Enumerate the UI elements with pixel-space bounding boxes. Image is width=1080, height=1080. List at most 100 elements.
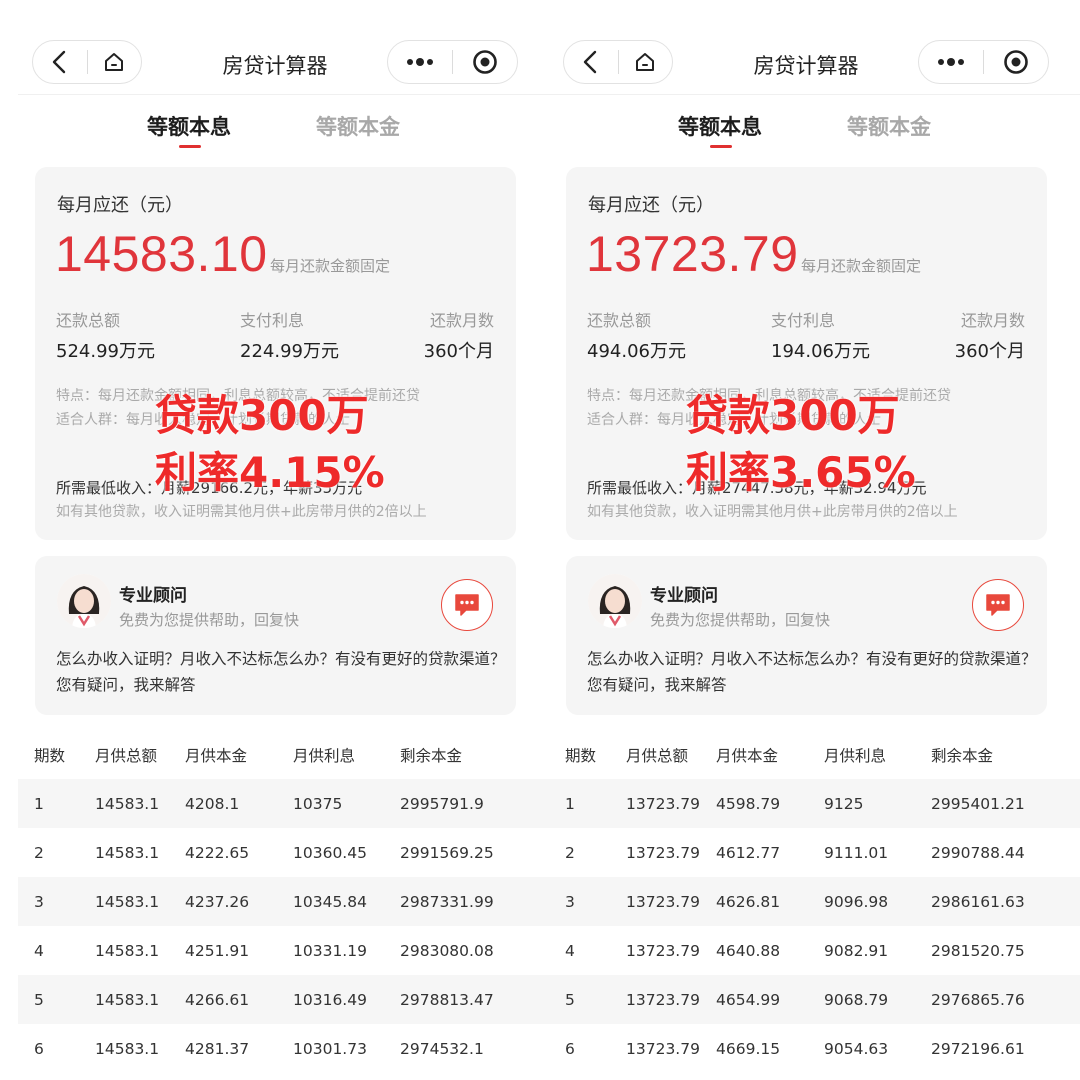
monthly-payment-note: 每月还款金额固定 (270, 257, 391, 275)
table-row: 2 14583.1 4222.65 10360.45 2991569.25 (18, 828, 549, 877)
cell-remaining: 2995401.21 (931, 794, 1025, 813)
cell-interest: 9125 (824, 794, 864, 813)
more-button[interactable] (388, 41, 452, 83)
nav-divider (18, 94, 549, 95)
cell-remaining: 2991569.25 (400, 843, 494, 862)
chat-icon (455, 594, 479, 616)
table-body: 1 14583.1 4208.1 10375 2995791.9 2 14583.1 4222… (18, 779, 549, 1073)
back-button[interactable] (564, 41, 618, 83)
home-button[interactable] (619, 41, 673, 83)
home-icon (105, 53, 124, 71)
cell-remaining: 2972196.61 (931, 1039, 1025, 1058)
cell-principal: 4598.79 (716, 794, 781, 813)
overlay-interest-rate: 利率3.65% (686, 448, 916, 497)
min-income-note: 如有其他贷款，收入证明需其他月供+此房带月供的2倍以上 (587, 504, 958, 520)
interest-value: 224.99万元 (240, 341, 339, 362)
header-interest: 月供利息 (293, 746, 356, 765)
advisor-portrait-icon (57, 574, 111, 628)
advisor-name: 专业顾问 (650, 586, 718, 606)
table-row: 6 13723.79 4669.15 9054.63 2972196.61 (549, 1024, 1080, 1073)
cell-total: 13723.79 (626, 794, 700, 813)
cell-principal: 4208.1 (185, 794, 240, 813)
advisor-card[interactable]: 专业顾问 免费为您提供帮助，回复快 怎么办收入证明？月收入不达标怎么办？有没有更… (35, 556, 516, 715)
cell-total: 13723.79 (626, 1039, 700, 1058)
cell-remaining: 2981520.75 (931, 941, 1025, 960)
months-value: 360个月 (954, 341, 1025, 362)
avatar (588, 574, 642, 628)
avatar (57, 574, 111, 628)
monthly-payment-value: 13723.79 (586, 226, 799, 282)
cell-total: 13723.79 (626, 941, 700, 960)
cell-total: 14583.1 (95, 843, 160, 862)
cell-period: 3 (565, 892, 575, 911)
months-label: 还款月数 (429, 311, 494, 330)
advisor-subtitle: 免费为您提供帮助，回复快 (650, 611, 831, 629)
page-title: 房贷计算器 (753, 54, 859, 78)
advisor-card[interactable]: 专业顾问 免费为您提供帮助，回复快 怎么办收入证明？月收入不达标怎么办？有没有更… (566, 556, 1047, 715)
cell-principal: 4222.65 (185, 843, 250, 862)
cell-interest: 10360.45 (293, 843, 367, 862)
cell-period: 4 (565, 941, 575, 960)
cell-remaining: 2987331.99 (400, 892, 494, 911)
cell-period: 3 (34, 892, 44, 911)
cell-interest: 10375 (293, 794, 343, 813)
nav-divider (549, 94, 1080, 95)
calculator-panel-left: 房贷计算器 等额本息 等额本金 每月应还（元） 14583.10 每月还款金额固… (18, 0, 549, 1080)
cell-period: 2 (34, 843, 44, 862)
cell-total: 13723.79 (626, 843, 700, 862)
monthly-payment-value: 14583.10 (55, 226, 268, 282)
tab-equal-installment[interactable]: 等额本息 (147, 111, 231, 141)
advisor-name: 专业顾问 (119, 586, 187, 606)
cell-period: 6 (34, 1039, 44, 1058)
tab-equal-installment[interactable]: 等额本息 (678, 111, 762, 141)
active-tab-indicator (179, 145, 201, 148)
cell-interest: 9096.98 (824, 892, 889, 911)
advisor-subtitle: 免费为您提供帮助，回复快 (119, 611, 300, 629)
cell-interest: 9054.63 (824, 1039, 889, 1058)
overlay-loan-amount: 贷款300万 (686, 391, 900, 440)
cell-period: 1 (34, 794, 44, 813)
cell-interest: 10301.73 (293, 1039, 367, 1058)
summary-card: 每月应还（元） 14583.10 每月还款金额固定 还款总额 524.99万元 … (35, 167, 516, 540)
nav-capsule-right (918, 40, 1049, 84)
more-button[interactable] (919, 41, 983, 83)
cell-interest: 10331.19 (293, 941, 367, 960)
nav-capsule-left (32, 40, 142, 84)
repayment-table: 期数 月供总额 月供本金 月供利息 剩余本金 1 13723.79 4598.79 9… (549, 730, 1080, 1073)
monthly-payment-note: 每月还款金额固定 (801, 257, 922, 275)
cell-total: 14583.1 (95, 892, 160, 911)
advisor-portrait-icon (588, 574, 642, 628)
advisor-question: 怎么办收入证明？月收入不达标怎么办？有没有更好的贷款渠道？您有疑问，我来解答 (587, 650, 1037, 694)
chevron-left-icon (52, 50, 65, 74)
cell-period: 6 (565, 1039, 575, 1058)
cell-principal: 4654.99 (716, 990, 781, 1009)
interest-label: 支付利息 (771, 311, 836, 330)
cell-total: 13723.79 (626, 892, 700, 911)
cell-principal: 4669.15 (716, 1039, 781, 1058)
header-total: 月供总额 (626, 746, 689, 765)
close-miniapp-button[interactable] (984, 41, 1048, 83)
table-row: 4 14583.1 4251.91 10331.19 2983080.08 (18, 926, 549, 975)
cell-period: 1 (565, 794, 575, 813)
overlay-interest-rate: 利率4.15% (155, 448, 385, 497)
cell-principal: 4237.26 (185, 892, 250, 911)
tab-equal-principal[interactable]: 等额本金 (847, 111, 931, 141)
months-value: 360个月 (423, 341, 494, 362)
cell-principal: 4281.37 (185, 1039, 250, 1058)
header-period: 期数 (565, 746, 597, 765)
chat-button[interactable] (972, 579, 1024, 631)
header-principal: 月供本金 (716, 746, 779, 765)
chat-button[interactable] (441, 579, 493, 631)
chat-icon (986, 594, 1010, 616)
advisor-question: 怎么办收入证明？月收入不达标怎么办？有没有更好的贷款渠道？您有疑问，我来解答 (56, 650, 506, 694)
tab-equal-principal[interactable]: 等额本金 (316, 111, 400, 141)
cell-principal: 4612.77 (716, 843, 781, 862)
header-principal: 月供本金 (185, 746, 248, 765)
summary-card: 每月应还（元） 13723.79 每月还款金额固定 还款总额 494.06万元 … (566, 167, 1047, 540)
table-row: 2 13723.79 4612.77 9111.01 2990788.44 (549, 828, 1080, 877)
table-row: 3 14583.1 4237.26 10345.84 2987331.99 (18, 877, 549, 926)
back-button[interactable] (33, 41, 87, 83)
close-miniapp-button[interactable] (453, 41, 517, 83)
table-row: 1 13723.79 4598.79 9125 2995401.21 (549, 779, 1080, 828)
home-button[interactable] (88, 41, 142, 83)
